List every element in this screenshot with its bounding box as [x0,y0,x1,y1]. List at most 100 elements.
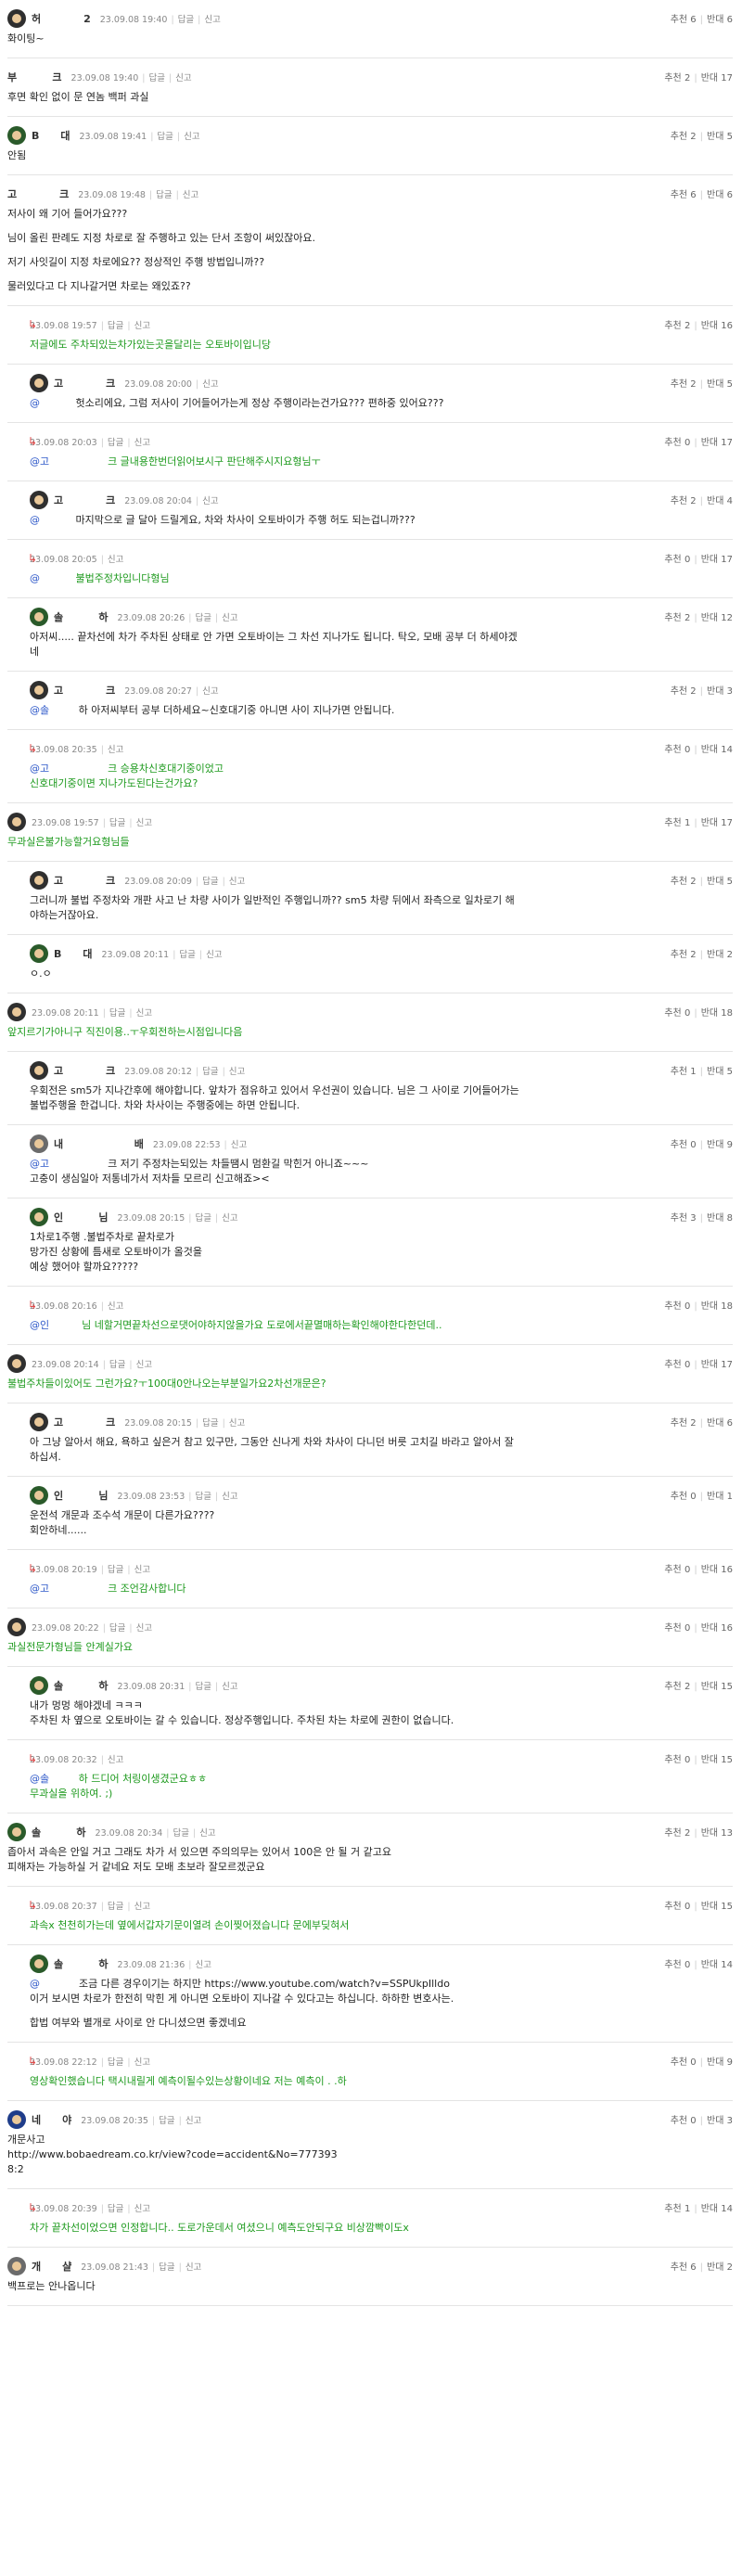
downvote-button[interactable]: 반대 14 [701,1960,733,1970]
report-link[interactable]: 신고 [108,555,123,565]
reply-link[interactable]: 답글 [195,613,211,623]
report-link[interactable]: 신고 [229,1418,245,1429]
avatar[interactable] [30,681,48,699]
reply-link[interactable]: 답글 [108,321,123,331]
report-link[interactable]: 신고 [108,1755,123,1765]
report-link[interactable]: 신고 [136,1623,152,1634]
avatar[interactable] [30,944,48,963]
report-link[interactable]: 신고 [175,73,191,83]
avatar[interactable] [30,1676,48,1695]
upvote-button[interactable]: 추천 2 [671,132,697,142]
nickname[interactable]: 솔 하 [54,1956,109,1971]
reply-link[interactable]: 답글 [108,1565,123,1575]
report-link[interactable]: 신고 [222,1492,237,1502]
downvote-button[interactable]: 반대 13 [701,1828,733,1839]
report-link[interactable]: 신고 [204,15,220,25]
upvote-button[interactable]: 추천 0 [671,1492,697,1502]
downvote-button[interactable]: 반대 9 [707,1140,733,1150]
upvote-button[interactable]: 추천 2 [664,613,690,623]
report-link[interactable]: 신고 [134,2057,150,2068]
downvote-button[interactable]: 반대 3 [707,2116,733,2126]
upvote-button[interactable]: 추천 2 [671,1418,697,1429]
nickname[interactable]: 고 크 [54,873,115,888]
downvote-button[interactable]: 반대 6 [707,15,733,25]
report-link[interactable]: 신고 [184,132,199,142]
reply-link[interactable]: 답글 [156,190,172,200]
downvote-button[interactable]: 반대 15 [701,1755,733,1765]
nickname[interactable]: 솔 하 [54,1678,109,1693]
upvote-button[interactable]: 추천 0 [664,438,690,448]
avatar[interactable] [7,1618,26,1636]
nickname[interactable]: 고 크 [54,683,115,698]
downvote-button[interactable]: 반대 3 [707,686,733,697]
report-link[interactable]: 신고 [202,496,218,506]
report-link[interactable]: 신고 [186,2116,201,2126]
report-link[interactable]: 신고 [108,1301,123,1312]
mention[interactable]: @솔 [30,704,49,716]
report-link[interactable]: 신고 [134,321,150,331]
downvote-button[interactable]: 반대 6 [707,190,733,200]
report-link[interactable]: 신고 [183,190,198,200]
mention[interactable]: @고 [30,1583,49,1595]
upvote-button[interactable]: 추천 2 [664,73,690,83]
upvote-button[interactable]: 추천 2 [664,1828,690,1839]
mention[interactable]: @ [30,572,40,584]
upvote-button[interactable]: 추천 2 [671,379,697,390]
nickname[interactable]: 고 크 [7,186,69,201]
report-link[interactable]: 신고 [134,1902,150,1912]
mention[interactable]: @ [30,1978,40,1990]
reply-link[interactable]: 답글 [195,1213,211,1224]
report-link[interactable]: 신고 [136,1008,152,1019]
avatar[interactable] [7,1354,26,1373]
report-link[interactable]: 신고 [202,379,218,390]
nickname[interactable]: 솔 하 [32,1825,86,1839]
downvote-button[interactable]: 반대 16 [701,1623,733,1634]
reply-link[interactable]: 답글 [202,877,218,887]
nickname[interactable]: 솔 하 [54,609,109,624]
nickname[interactable]: 인 님 [54,1488,109,1503]
upvote-button[interactable]: 추천 2 [671,496,697,506]
downvote-button[interactable]: 반대 15 [701,1902,733,1912]
downvote-button[interactable]: 반대 5 [707,132,733,142]
upvote-button[interactable]: 추천 1 [664,2204,690,2214]
downvote-button[interactable]: 반대 12 [701,613,733,623]
downvote-button[interactable]: 반대 17 [701,818,733,828]
avatar[interactable] [30,491,48,509]
mention[interactable]: @인 [30,1319,49,1331]
downvote-button[interactable]: 반대 4 [707,496,733,506]
avatar[interactable] [30,871,48,890]
report-link[interactable]: 신고 [136,818,152,828]
reply-link[interactable]: 답글 [195,1682,211,1692]
avatar[interactable] [7,2257,26,2275]
reply-link[interactable]: 답글 [179,950,195,960]
avatar[interactable] [30,1486,48,1505]
downvote-button[interactable]: 반대 6 [707,1418,733,1429]
upvote-button[interactable]: 추천 0 [664,1565,690,1575]
upvote-button[interactable]: 추천 3 [671,1213,697,1224]
nickname[interactable]: 고 크 [54,1415,115,1429]
report-link[interactable]: 신고 [231,1140,247,1150]
downvote-button[interactable]: 반대 2 [707,950,733,960]
upvote-button[interactable]: 추천 6 [671,15,697,25]
report-link[interactable]: 신고 [134,2204,150,2214]
avatar[interactable] [30,1954,48,1973]
mention[interactable]: @고 [30,1158,49,1170]
upvote-button[interactable]: 추천 6 [671,2262,697,2273]
reply-link[interactable]: 답글 [157,132,173,142]
reply-link[interactable]: 답글 [202,1067,218,1077]
downvote-button[interactable]: 반대 17 [701,73,733,83]
avatar[interactable] [30,1134,48,1153]
upvote-button[interactable]: 추천 0 [664,745,690,755]
report-link[interactable]: 신고 [202,686,218,697]
nickname[interactable]: 고 크 [54,493,115,507]
nickname[interactable]: 고 크 [54,1063,115,1078]
downvote-button[interactable]: 반대 16 [701,321,733,331]
reply-link[interactable]: 답글 [109,818,125,828]
upvote-button[interactable]: 추천 0 [664,1902,690,1912]
report-link[interactable]: 신고 [222,613,237,623]
downvote-button[interactable]: 반대 18 [701,1301,733,1312]
report-link[interactable]: 신고 [136,1360,152,1370]
upvote-button[interactable]: 추천 0 [664,1755,690,1765]
downvote-button[interactable]: 반대 5 [707,1067,733,1077]
report-link[interactable]: 신고 [134,1565,150,1575]
